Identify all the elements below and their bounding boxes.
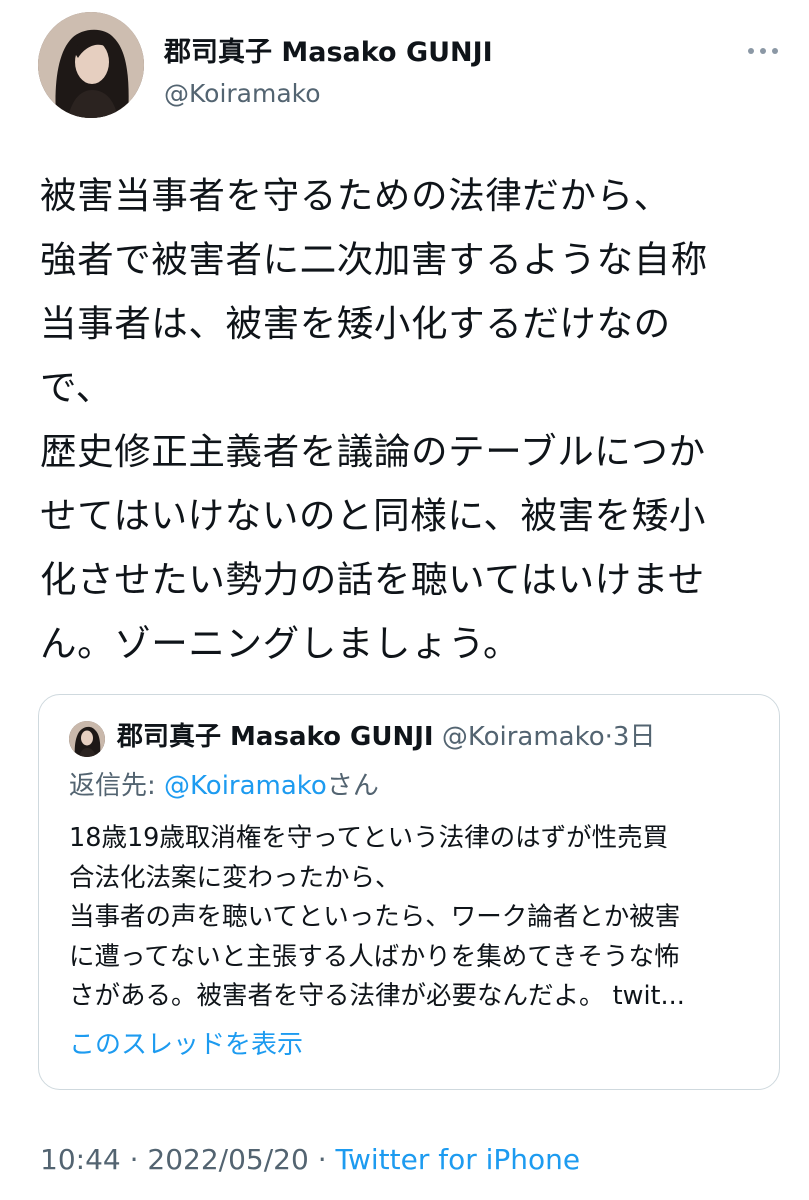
quoted-text: 18歳19歳取消権を守ってという法律のはずが性売買 合法化法案に変わったから、 … bbox=[69, 823, 685, 1011]
reply-prefix: 返信先: bbox=[69, 771, 165, 801]
avatar[interactable] bbox=[38, 12, 144, 118]
avatar-photo bbox=[38, 12, 144, 118]
reply-mention-link[interactable]: @Koiramako bbox=[164, 771, 327, 801]
quoted-author-name: 郡司真子 Masako GUNJI bbox=[117, 722, 434, 752]
author-name[interactable]: 郡司真子 Masako GUNJI bbox=[164, 36, 493, 70]
quoted-author-handle: @Koiramako bbox=[441, 722, 605, 752]
tweet-date[interactable]: 2022/05/20 bbox=[147, 1143, 308, 1176]
more-horizontal-icon[interactable] bbox=[748, 36, 778, 66]
footer-separator: · bbox=[308, 1143, 336, 1176]
reply-suffix: さん bbox=[326, 771, 379, 801]
quoted-tweet[interactable]: 郡司真子 Masako GUNJI @Koiramako·3日 返信先: @Ko… bbox=[38, 694, 780, 1090]
quoted-avatar bbox=[69, 721, 105, 757]
quoted-time: 3日 bbox=[612, 722, 656, 752]
tweet-time[interactable]: 10:44 bbox=[40, 1143, 121, 1176]
footer-separator: · bbox=[120, 1143, 148, 1176]
quoted-separator: · bbox=[604, 722, 613, 752]
tweet-source-link[interactable]: Twitter for iPhone bbox=[336, 1143, 581, 1176]
tweet-footer: 10:44 · 2022/05/20 · Twitter for iPhone bbox=[40, 1140, 580, 1180]
tweet-text: 被害当事者を守るための法律だから、 強者で被害者に二次加害するような自称 当事者… bbox=[40, 174, 708, 665]
show-thread-link[interactable]: このスレッドを表示 bbox=[69, 1027, 303, 1063]
quoted-header: 郡司真子 Masako GUNJI @Koiramako·3日 bbox=[117, 719, 655, 755]
author-handle[interactable]: @Koiramako bbox=[164, 78, 321, 110]
tweet-header: 郡司真子 Masako GUNJI @Koiramako bbox=[38, 12, 778, 122]
reply-to-line: 返信先: @Koiramakoさん bbox=[69, 769, 379, 803]
